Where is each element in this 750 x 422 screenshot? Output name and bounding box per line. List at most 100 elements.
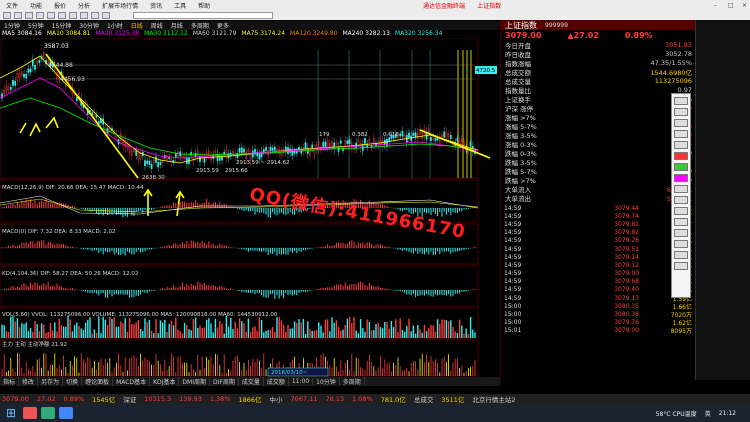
volume-bar <box>135 322 137 338</box>
price-pct: 0.89% <box>624 30 653 40</box>
rect-tool-icon[interactable] <box>674 196 688 204</box>
f10-icon[interactable] <box>80 11 88 19</box>
tab-modify[interactable]: 修改 <box>19 377 39 386</box>
back-icon[interactable] <box>3 11 11 19</box>
tab-chan-panel[interactable]: 缠论面板 <box>82 377 114 386</box>
candle-body <box>159 161 162 166</box>
tab-15min[interactable]: 15分钟 <box>48 21 76 30</box>
tab-switch[interactable]: 切换 <box>63 377 83 386</box>
volume-bar <box>89 317 91 338</box>
menu-extended-market[interactable]: 扩展市场行情 <box>96 1 144 10</box>
app-icon-1[interactable] <box>23 407 37 419</box>
menu-function[interactable]: 功能 <box>24 1 48 10</box>
app-icon-2[interactable] <box>41 407 55 419</box>
period-tabs: 1分钟 5分钟 15分钟 30分钟 1小时 日线 周线 月线 多周期 更多 <box>0 21 500 30</box>
delete-tool-icon[interactable] <box>674 240 688 248</box>
tick-time: 15:00 <box>504 302 522 310</box>
tab-dif[interactable]: DIF周期 <box>210 377 239 386</box>
volume-bar <box>258 317 261 338</box>
zx-amount: 781.0亿 <box>380 396 406 404</box>
cursor-icon[interactable] <box>674 97 688 105</box>
candle-body <box>324 141 327 147</box>
volume-bar <box>434 331 437 338</box>
volume-bar <box>49 323 52 338</box>
tab-kdj[interactable]: KDJ基本 <box>150 377 180 386</box>
menu-quote[interactable]: 报价 <box>48 1 72 10</box>
arrow-tool-icon[interactable] <box>674 207 688 215</box>
candle-body <box>144 160 146 166</box>
menu-tools[interactable]: 工具 <box>168 1 192 10</box>
windows-start-icon[interactable]: ⊞ <box>3 406 19 420</box>
line-tool-icon[interactable] <box>674 108 688 116</box>
volume-bar <box>159 320 162 338</box>
tick-price: 3080.38 <box>614 311 639 319</box>
tab-multi[interactable]: 多周期 <box>187 21 213 30</box>
tab-more[interactable]: 更多 <box>213 21 233 30</box>
tab-save-as[interactable]: 另存为 <box>38 377 64 386</box>
text-tool-icon[interactable] <box>674 185 688 193</box>
news-icon[interactable] <box>91 11 99 19</box>
tick-time: 14:59 <box>504 294 522 302</box>
quote-header: 上证指数 999999 <box>501 20 695 30</box>
chart-icon[interactable] <box>58 11 66 19</box>
quote-icon[interactable] <box>47 11 55 19</box>
ray-tool-icon[interactable] <box>674 119 688 127</box>
tab-1hour[interactable]: 1小时 <box>103 21 127 30</box>
tab-amount[interactable]: 成交额 <box>264 377 289 386</box>
tab-5min[interactable]: 5分钟 <box>24 21 48 30</box>
candle-body <box>262 149 265 153</box>
menu-analysis[interactable]: 分析 <box>72 1 96 10</box>
sz-change: 139.93 <box>179 395 202 403</box>
layout-icon[interactable] <box>102 11 110 19</box>
volume-bar <box>340 330 342 338</box>
lock-tool-icon[interactable] <box>674 251 688 259</box>
tab-10min[interactable]: 10分钟 <box>313 377 340 386</box>
candle-body <box>342 148 344 151</box>
candle-body <box>401 131 404 137</box>
maximize-icon[interactable]: □ <box>722 2 736 9</box>
tab-time[interactable]: 11:00 <box>289 378 314 385</box>
ma75-label: MA75 3174.24 <box>241 30 286 37</box>
tab-weekly[interactable]: 周线 <box>147 21 167 30</box>
refresh-icon[interactable] <box>36 11 44 19</box>
green-color-icon[interactable] <box>674 163 688 171</box>
close-icon[interactable]: × <box>736 2 750 9</box>
tab-monthly[interactable]: 月线 <box>167 21 187 30</box>
tab-multi-period[interactable]: 多周期 <box>340 377 365 386</box>
settings-tool-icon[interactable] <box>674 262 688 270</box>
menu-file[interactable]: 文件 <box>0 1 24 10</box>
tab-dmi[interactable]: DMI周期 <box>179 377 210 386</box>
forward-icon[interactable] <box>14 11 22 19</box>
home-icon[interactable] <box>25 11 33 19</box>
red-color-icon[interactable] <box>674 152 688 160</box>
tab-1min[interactable]: 1分钟 <box>0 21 24 30</box>
candle-body <box>346 140 349 144</box>
candle-body <box>157 161 160 168</box>
cycle-tool-icon[interactable] <box>674 218 688 226</box>
menu-news[interactable]: 资讯 <box>144 1 168 10</box>
gann-tool-icon[interactable] <box>674 229 688 237</box>
magenta-color-icon[interactable] <box>674 174 688 182</box>
ime-label[interactable]: 英 <box>705 409 711 418</box>
price-box-label: 4720.5 <box>476 68 496 74</box>
channel-tool-icon[interactable] <box>674 130 688 138</box>
volume-bar <box>399 318 401 338</box>
tab-30min[interactable]: 30分钟 <box>75 21 103 30</box>
tab-volume[interactable]: 成交量 <box>239 377 264 386</box>
tab-daily[interactable]: 日线 <box>127 21 147 30</box>
tab-macd[interactable]: MACD基本 <box>113 377 151 386</box>
search-input[interactable] <box>133 11 273 19</box>
app-icon-3[interactable] <box>59 407 73 419</box>
volume-bar <box>278 317 280 338</box>
kline-chart[interactable]: 3587.03 4744.88 4456.93 2638.30 2913.59 … <box>0 38 500 378</box>
volume-bar <box>62 326 65 338</box>
minimize-icon[interactable]: – <box>708 2 722 9</box>
kline-icon[interactable] <box>69 11 77 19</box>
tick-time: 15:01 <box>504 327 522 335</box>
candle-body <box>408 132 410 139</box>
menu-help[interactable]: 帮助 <box>192 1 216 10</box>
tab-indicator[interactable]: 指标 <box>0 377 20 386</box>
candle-body <box>269 146 272 151</box>
tick-list[interactable]: 14:593079.441.21亿14:593079.748929万14:593… <box>501 204 695 336</box>
fib-tool-icon[interactable] <box>674 141 688 149</box>
